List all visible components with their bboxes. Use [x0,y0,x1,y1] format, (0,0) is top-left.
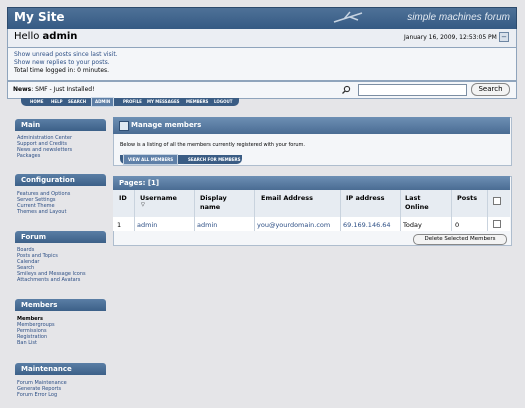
cell-username[interactable]: admin [137,221,157,229]
column-last-online-line2[interactable]: Online [405,203,429,211]
sidebar-members-header: Members [15,299,106,311]
column-divider [487,190,488,231]
tab-view-all-members[interactable]: VIEW ALL MEMBERS [123,154,179,165]
manage-members-header: Manage members [113,117,510,134]
column-email[interactable]: Email Address [261,194,313,202]
news-text: : SMF - Just Installed! [31,86,95,93]
menu-profile[interactable]: PROFILE [123,98,142,106]
menu-help[interactable]: HELP [51,98,63,106]
sidebar-configuration-header: Configuration [15,174,106,186]
column-divider [254,190,255,231]
news-label: News [13,86,32,93]
greeting-user: admin [42,31,78,42]
pagination[interactable]: Pages: [1] [119,179,159,187]
column-divider [451,190,452,231]
sort-desc-icon[interactable]: ▽ [141,202,145,208]
sidebar-maintenance-header: Maintenance [15,363,106,375]
cell-email[interactable]: you@yourdomain.com [257,221,330,229]
user-bar: Hello admin January 16, 2009, 12:53:05 P… [7,29,517,48]
menu-logout[interactable]: LOGOUT [214,98,232,106]
unread-posts-link[interactable]: Show unread posts since last visit. [14,51,118,58]
news-bar: News: SMF - Just Installed! Search [7,81,517,99]
news: News: SMF - Just Installed! [13,86,95,93]
manage-members-title: Manage members [131,121,202,129]
pagination-bar: Pages: [1] [113,176,510,190]
tab-search-members[interactable]: SEARCH FOR MEMBERS [188,155,241,164]
column-id[interactable]: ID [119,194,127,202]
column-username[interactable]: Username [140,194,177,202]
search-icon [342,85,351,94]
column-ip[interactable]: IP address [346,194,385,202]
row-select-checkbox[interactable] [493,220,501,228]
column-divider [400,190,401,231]
sidebar-item-packages[interactable]: Packages [17,153,40,159]
column-divider [134,190,135,231]
search-button[interactable]: Search [471,83,510,96]
cell-last-online: Today [403,221,422,229]
delete-selected-members-button[interactable]: Delete Selected Members [413,234,507,245]
column-last-online-line1[interactable]: Last [405,194,421,202]
manage-members-tabs: VIEW ALL MEMBERS SEARCH FOR MEMBERS [120,154,242,165]
menu-my-messages[interactable]: MY MESSAGES [147,98,180,106]
manage-members-icon [119,121,129,131]
user-info-box: Show unread posts since last visit. Show… [7,48,517,81]
time-logged-in: Total time logged in: 0 minutes. [14,67,110,74]
column-display-name-line2[interactable]: name [200,203,220,211]
main-menu: HOME HELP SEARCH ADMIN PROFILE MY MESSAG… [21,97,239,107]
manage-members-description: Below is a listing of all the members cu… [120,142,306,148]
column-display-name-line1[interactable]: Display [200,194,227,202]
cell-posts: 0 [455,221,460,229]
cell-id: 1 [117,221,122,229]
smf-logo[interactable]: simple machines forum [407,12,510,23]
sidebar-item-error-log[interactable]: Forum Error Log [17,392,57,398]
cell-display-name[interactable]: admin [197,221,217,229]
site-header: My Site simple machines forum [7,7,517,30]
menu-search[interactable]: SEARCH [68,98,86,106]
select-all-checkbox[interactable] [493,197,501,205]
new-replies-link[interactable]: Show new replies to your posts. [14,59,110,66]
sidebar-forum-header: Forum [15,231,106,243]
column-divider [194,190,195,231]
collapse-button[interactable]: − [499,32,509,42]
smf-logo-icon [333,11,363,23]
greeting: Hello admin [14,31,77,42]
sidebar-item-ban-list[interactable]: Ban List [17,340,37,346]
sidebar-main-header: Main [15,119,106,131]
cell-ip[interactable]: 69.169.146.64 [343,221,391,229]
current-datetime: January 16, 2009, 12:53:05 PM [404,34,497,41]
menu-home[interactable]: HOME [30,98,43,106]
greeting-prefix: Hello [14,31,43,42]
site-title[interactable]: My Site [14,10,65,24]
column-posts[interactable]: Posts [457,194,477,202]
menu-members[interactable]: MEMBERS [186,98,208,106]
menu-admin[interactable]: ADMIN [91,97,115,107]
column-divider [340,190,341,231]
sidebar-item-attachments[interactable]: Attachments and Avatars [17,277,80,283]
search-input[interactable] [358,84,467,96]
sidebar-item-themes[interactable]: Themes and Layout [17,209,66,215]
